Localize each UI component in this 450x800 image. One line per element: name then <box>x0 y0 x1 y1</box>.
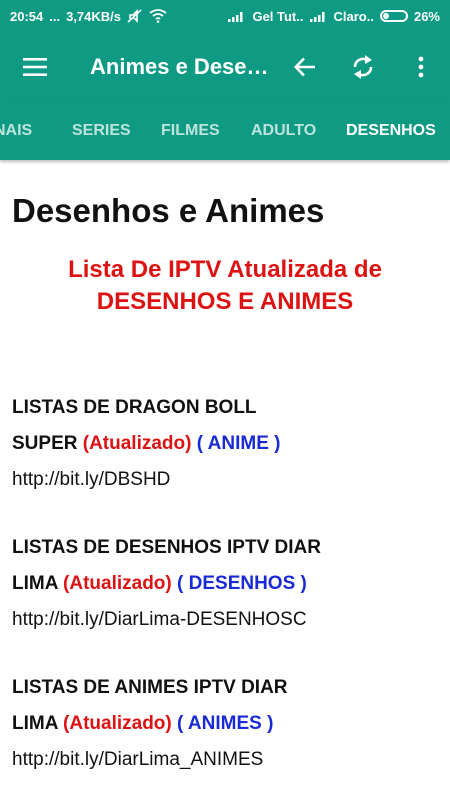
more-vert-icon <box>418 56 424 78</box>
hamburger-icon <box>23 58 47 76</box>
entry-tag-close: ) <box>268 433 281 454</box>
status-bar: 20:54 ... 3,74KB/s Gel Tut.. Claro.. 26% <box>0 0 450 32</box>
signal-icon-2 <box>309 10 328 22</box>
page-subtitle: Lista De IPTV Atualizada de DESENHOS E A… <box>12 254 438 318</box>
entry-status: (Atualizado) <box>82 433 192 454</box>
entry-url-link[interactable]: http://bit.ly/DiarLima-DESENHOSC <box>12 602 438 638</box>
more-options-button[interactable] <box>392 32 450 102</box>
entry-title-line-2: LIMA (Atualizado) ( ANIMES ) <box>12 706 438 742</box>
status-speed: 3,74KB/s <box>66 8 122 24</box>
list-item: LISTAS DE DESENHOS IPTV DIAR LIMA (Atual… <box>12 530 438 638</box>
menu-button[interactable] <box>0 32 70 102</box>
page-title: Desenhos e Animes <box>12 192 325 229</box>
entry-url-link[interactable]: http://bit.ly/DiarLima_ANIMES <box>12 742 438 778</box>
app-toolbar: Animes e Desenhos <box>0 32 450 102</box>
battery-icon <box>379 10 408 22</box>
entry-title-line-1: LISTAS DE ANIMES IPTV DIAR <box>12 677 288 698</box>
entry-status: (Atualizado) <box>63 713 172 734</box>
wifi-icon <box>149 9 167 23</box>
entry-tag-close: ) <box>295 573 307 594</box>
entry-title-prefix: LIMA <box>12 713 64 734</box>
status-dots: ... <box>49 8 61 24</box>
list-item: LISTAS DE DRAGON BOLL SUPER (Atualizado)… <box>12 390 438 498</box>
entry-title-line-1: LISTAS DE DRAGON BOLL <box>12 397 257 418</box>
entry-title-prefix: LIMA <box>12 573 64 594</box>
battery-percent: 26% <box>413 8 440 24</box>
tab-filmes[interactable]: FILMES <box>161 102 220 160</box>
refresh-icon <box>353 55 373 79</box>
tab-desenhos[interactable]: DESENHOS <box>346 102 436 160</box>
tab-adulto[interactable]: ADULTO <box>251 102 316 160</box>
tab-series[interactable]: SERIES <box>72 102 131 160</box>
entry-url-link[interactable]: http://bit.ly/DBSHD <box>12 462 438 498</box>
entry-tag-open: ( <box>171 713 188 734</box>
category-tabs: NAIS SERIES FILMES ADULTO DESENHOS <box>0 102 450 160</box>
entry-tag: ANIMES <box>187 713 262 734</box>
refresh-button[interactable] <box>334 32 392 102</box>
entry-tag-open: ( <box>171 573 189 594</box>
status-time: 20:54 <box>10 8 44 24</box>
tab-canais[interactable]: NAIS <box>0 102 32 160</box>
entry-tag: ANIME <box>207 433 269 454</box>
carrier-1: Gel Tut.. <box>252 8 304 24</box>
toolbar-title: Animes e Desenhos <box>90 54 275 79</box>
list-item: LISTAS DE ANIMES IPTV DIAR LIMA (Atualiz… <box>12 670 438 778</box>
arrow-left-icon <box>294 57 315 77</box>
page-content: Desenhos e Animes Lista De IPTV Atualiza… <box>12 160 438 778</box>
back-button[interactable] <box>276 32 334 102</box>
subtitle-line-2: DESENHOS E ANIMES <box>96 288 354 315</box>
entry-tag: DESENHOS <box>188 573 296 594</box>
signal-icon <box>228 10 246 22</box>
silent-icon <box>127 9 143 23</box>
entry-title-line-2: SUPER (Atualizado) ( ANIME ) <box>12 426 438 462</box>
carrier-2: Claro.. <box>333 8 374 24</box>
entry-title-line-2: LIMA (Atualizado) ( DESENHOS ) <box>12 566 438 602</box>
entry-tag-close: ) <box>261 713 274 734</box>
entry-title-prefix: SUPER <box>12 433 83 454</box>
entry-status: (Atualizado) <box>63 573 172 594</box>
entry-tag-open: ( <box>191 433 208 454</box>
entry-title-line-1: LISTAS DE DESENHOS IPTV DIAR <box>12 537 321 558</box>
subtitle-line-1: Lista De IPTV Atualizada de <box>68 256 382 283</box>
